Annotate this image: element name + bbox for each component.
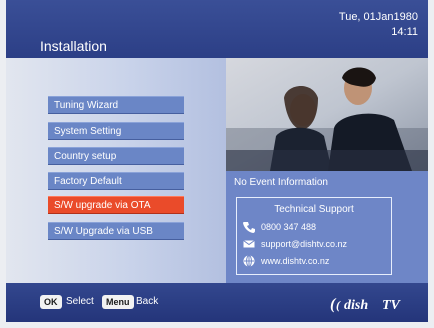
preview-image	[226, 58, 428, 171]
menu-item-country-setup[interactable]: Country setup	[48, 147, 184, 165]
support-phone-row: 0800 347 488	[243, 220, 316, 234]
support-website-row: www.dishtv.co.nz	[243, 254, 329, 268]
menu-item-sw-upgrade-ota[interactable]: S/W upgrade via OTA	[48, 196, 184, 214]
svg-text:(: (	[336, 298, 341, 312]
support-website: www.dishtv.co.nz	[261, 256, 330, 266]
menu-key[interactable]: Menu	[102, 295, 134, 309]
header-bar: Installation Tue, 01Jan1980 14:11	[6, 0, 428, 58]
support-title: Technical Support	[274, 204, 354, 215]
date-display: Tue, 01Jan1980	[338, 11, 418, 23]
dishtv-logo: ( ( dish TV	[330, 296, 402, 313]
menu-item-sw-upgrade-usb[interactable]: S/W Upgrade via USB	[48, 222, 184, 240]
support-phone: 0800 347 488	[261, 222, 317, 232]
svg-text:dish: dish	[344, 298, 368, 313]
tv-screen: Installation Tue, 01Jan1980 14:11 Tuning…	[0, 0, 434, 328]
technical-support-box: Technical Support 0800 347 488 support@d…	[236, 197, 392, 275]
svg-text:TV: TV	[382, 298, 402, 313]
preview-photo-illustration	[226, 58, 428, 171]
email-icon	[243, 238, 255, 250]
footer-bar: OK Select Menu Back ( ( dish TV	[6, 283, 428, 322]
event-info-text: No Event Information	[234, 177, 328, 188]
ok-key[interactable]: OK	[40, 295, 62, 309]
support-email-row: support@dishtv.co.nz	[243, 237, 347, 251]
page-title: Installation	[40, 38, 107, 54]
menu-item-factory-default[interactable]: Factory Default	[48, 172, 184, 190]
ok-key-label: Select	[66, 296, 94, 307]
time-display: 14:11	[391, 26, 418, 38]
support-email: support@dishtv.co.nz	[261, 239, 348, 249]
menu-panel: Tuning Wizard System Setting Country set…	[6, 58, 226, 283]
globe-icon	[243, 255, 255, 267]
info-panel: No Event Information Technical Support 0…	[226, 171, 428, 283]
menu-item-system-setting[interactable]: System Setting	[48, 122, 184, 140]
menu-item-tuning-wizard[interactable]: Tuning Wizard	[48, 96, 184, 114]
menu-key-label: Back	[136, 296, 159, 307]
phone-icon	[243, 221, 255, 233]
